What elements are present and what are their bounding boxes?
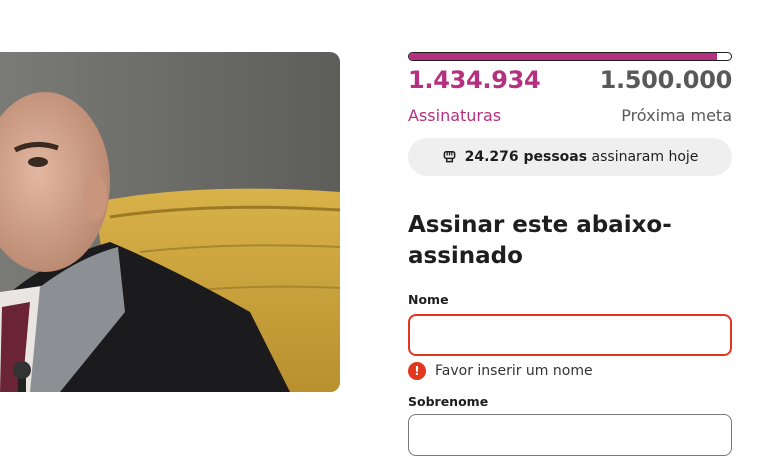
signatures-count: 1.434.934	[408, 66, 541, 94]
signature-progress-bar	[408, 52, 732, 61]
last-name-input[interactable]	[408, 414, 732, 456]
first-name-error-text: Favor inserir um nome	[435, 363, 593, 379]
progress-fill	[409, 53, 718, 60]
petition-photo	[0, 52, 340, 392]
today-text: assinaram hoje	[591, 149, 699, 165]
form-title: Assinar este abaixo-assinado	[408, 212, 672, 269]
raised-fist-icon	[442, 148, 457, 167]
first-name-input[interactable]	[408, 314, 732, 356]
goal-count: 1.500.000	[599, 66, 733, 94]
goal-label: Próxima meta	[621, 106, 732, 125]
today-signers-badge: 24.276 pessoas assinaram hoje	[408, 138, 732, 176]
first-name-error: ! Favor inserir um nome	[408, 362, 593, 380]
first-name-label: Nome	[408, 292, 449, 307]
today-count: 24.276 pessoas	[464, 149, 588, 165]
signatures-label: Assinaturas	[408, 106, 502, 125]
error-icon: !	[408, 362, 426, 380]
last-name-label: Sobrenome	[408, 394, 489, 409]
